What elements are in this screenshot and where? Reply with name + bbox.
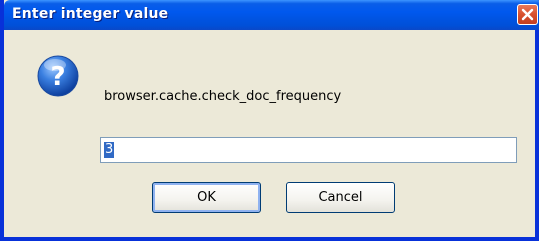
dialog-title: Enter integer value xyxy=(12,6,169,22)
input-value: 3 xyxy=(104,142,115,158)
question-icon: ? xyxy=(34,52,82,105)
ok-button[interactable]: OK xyxy=(152,182,261,213)
svg-text:?: ? xyxy=(50,62,65,92)
title-bar[interactable]: Enter integer value xyxy=(4,0,539,30)
cancel-button[interactable]: Cancel xyxy=(286,182,395,213)
close-icon xyxy=(521,8,534,21)
dialog-window: Enter integer value xyxy=(0,0,539,241)
integer-value-input[interactable]: 3 xyxy=(100,137,517,163)
pref-name-label: browser.cache.check_doc_frequency xyxy=(104,89,342,104)
close-button[interactable] xyxy=(517,4,538,25)
